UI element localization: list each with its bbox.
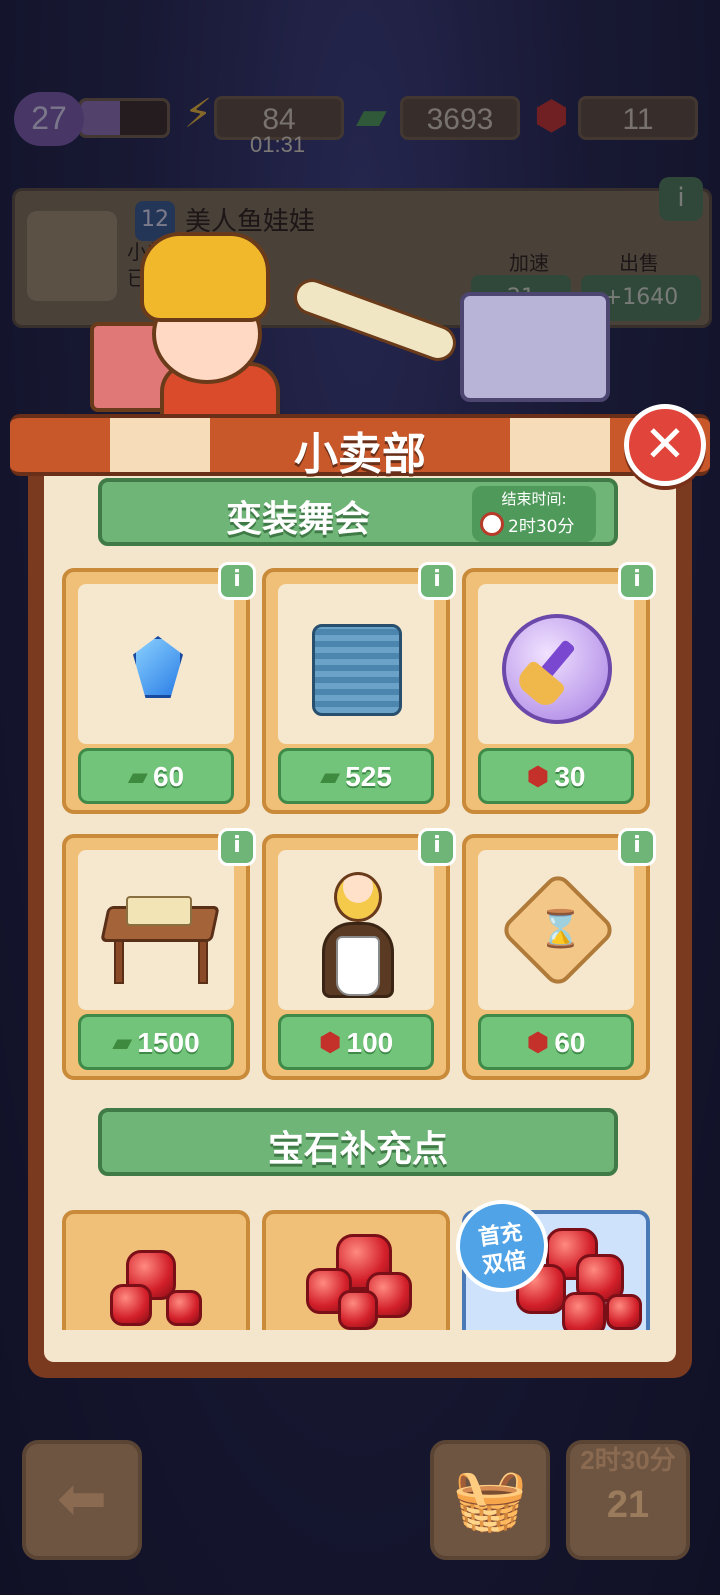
- blue-crystal-icon: [133, 636, 183, 698]
- pajamas-icon: [312, 624, 402, 716]
- gem-pack-medium[interactable]: [262, 1210, 450, 1330]
- back-arrow-icon: ⬅: [56, 1464, 108, 1534]
- scroll-on-desk: [126, 896, 192, 926]
- price-value: 1500: [137, 1027, 200, 1058]
- shop-item-card[interactable]: ⌛ ⬢ 60 i: [462, 828, 656, 1080]
- event-banner: 变装舞会 结束时间: 2时30分: [98, 478, 618, 546]
- cash-register: [460, 292, 610, 402]
- cash-icon: ▰: [112, 1028, 133, 1058]
- cash-icon: ▰: [320, 762, 341, 792]
- hourglass-icon: ⌛: [538, 909, 583, 950]
- gem-icon: ⬢: [526, 762, 550, 792]
- shop-item-card[interactable]: ▰ 525 i: [262, 562, 456, 814]
- price-value: 60: [554, 1027, 586, 1058]
- info-icon[interactable]: i: [218, 562, 256, 600]
- shopkeeper-hat: [140, 232, 270, 322]
- event-end-timer: 结束时间: 2时30分: [472, 486, 596, 542]
- clock-icon: [480, 512, 504, 536]
- buy-button[interactable]: ⬢ 60: [478, 1014, 634, 1070]
- item-slot: [78, 584, 234, 744]
- reward-timer: 2时30分: [580, 1445, 676, 1475]
- gem-pack-small[interactable]: [62, 1210, 250, 1330]
- cash-icon: ▰: [127, 762, 148, 792]
- back-button[interactable]: ⬅: [22, 1440, 142, 1560]
- item-slot: [478, 584, 634, 744]
- item-slot: [278, 584, 434, 744]
- gem-section-banner: 宝石补充点: [98, 1108, 618, 1176]
- info-icon[interactable]: i: [618, 828, 656, 866]
- info-icon[interactable]: i: [418, 828, 456, 866]
- shop-item-card[interactable]: ▰ 1500 i: [62, 828, 256, 1080]
- ruby-icon: [338, 1290, 378, 1330]
- buy-button[interactable]: ⬢ 30: [478, 748, 634, 804]
- shop-item-card[interactable]: ⬢ 30 i: [462, 562, 656, 814]
- shop-item-card[interactable]: ⬢ 100 i: [262, 828, 456, 1080]
- desk-leg: [198, 940, 208, 984]
- price-value: 525: [345, 761, 392, 792]
- maid-girl-apron: [336, 936, 380, 996]
- ruby-icon: [606, 1294, 642, 1330]
- ruby-icon: [110, 1284, 152, 1326]
- gem-section-title: 宝石补充点: [267, 1129, 448, 1170]
- price-value: 30: [554, 761, 586, 792]
- maid-girl-icon: [334, 872, 382, 922]
- gem-icon: ⬢: [526, 1028, 550, 1058]
- info-icon[interactable]: i: [618, 562, 656, 600]
- buy-button[interactable]: ▰ 525: [278, 748, 434, 804]
- buy-button[interactable]: ▰ 1500: [78, 1014, 234, 1070]
- event-banner-title: 变装舞会: [225, 499, 370, 540]
- ruby-icon: [166, 1290, 202, 1326]
- buy-button[interactable]: ⬢ 100: [278, 1014, 434, 1070]
- shopkeeper-illustration: [90, 222, 630, 422]
- price-value: 100: [346, 1027, 394, 1058]
- item-slot: [78, 850, 234, 1010]
- item-slot: [278, 850, 434, 1010]
- end-time-label: 结束时间:: [501, 490, 567, 508]
- ruby-icon: [562, 1292, 606, 1330]
- receipt-scroll: [288, 274, 462, 366]
- reward-count: 21: [606, 1484, 650, 1526]
- info-icon[interactable]: i: [218, 828, 256, 866]
- close-button[interactable]: ✕: [624, 404, 706, 486]
- item-slot: ⌛: [478, 850, 634, 1010]
- buy-button[interactable]: ▰ 60: [78, 748, 234, 804]
- price-value: 60: [152, 761, 185, 792]
- gem-icon: ⬢: [318, 1028, 342, 1058]
- shop-title: 小卖部: [294, 429, 426, 480]
- desk-leg: [114, 940, 124, 984]
- basket-button[interactable]: 🧺: [430, 1440, 550, 1560]
- shop-item-card[interactable]: ▰ 60 i: [62, 562, 256, 814]
- end-time-value: 2时30分: [508, 517, 575, 537]
- info-icon[interactable]: i: [418, 562, 456, 600]
- basket-icon: 🧺: [452, 1465, 528, 1535]
